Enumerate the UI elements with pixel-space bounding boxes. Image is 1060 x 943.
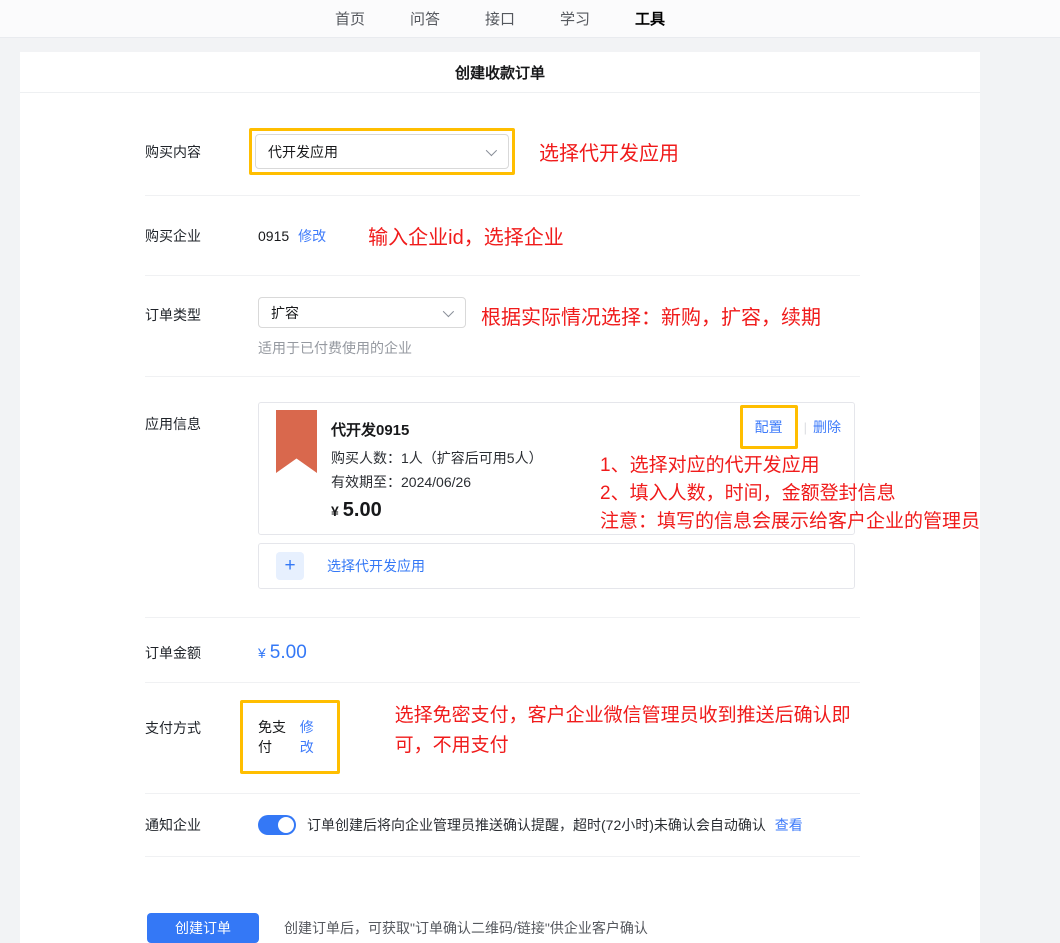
nav-item-api[interactable]: 接口 (485, 8, 515, 29)
purchase-enterprise-row: 购买企业 0915 修改 输入企业id，选择企业 (145, 196, 860, 276)
payment-method-annotation: 选择免密支付，客户企业微信管理员收到推送后确认即可，不用支付 (395, 700, 860, 761)
purchase-content-value: 代开发应用 (268, 142, 338, 162)
select-dev-app-button[interactable]: + 选择代开发应用 (258, 543, 855, 589)
amount-value: 5.00 (270, 642, 307, 663)
order-type-select[interactable]: 扩容 (258, 297, 466, 328)
toggle-knob (278, 817, 294, 833)
currency-symbol: ¥ (258, 645, 266, 661)
app-info-annotations: 1、选择对应的代开发应用 2、填入人数，时间，金额登封信息 注意：填写的信息会展… (600, 452, 980, 536)
order-amount-row: 订单金额 ¥5.00 (145, 618, 860, 683)
order-type-row: 订单类型 扩容 适用于已付费使用的企业 根据实际情况选择：新购，扩容，续期 (145, 276, 860, 377)
chevron-down-icon (443, 305, 454, 316)
purchase-content-label: 购买内容 (145, 142, 258, 162)
order-type-helper: 适用于已付费使用的企业 (258, 338, 466, 358)
order-type-annotation: 根据实际情况选择：新购，扩容，续期 (481, 297, 821, 330)
configure-link[interactable]: 配置 (755, 419, 783, 435)
highlight-box-purchase-content: 代开发应用 (249, 128, 515, 175)
delete-link[interactable]: 删除 (813, 417, 841, 437)
create-order-hint: 创建订单后，可获取"订单确认二维码/链接"供企业客户确认 (284, 918, 648, 938)
app-info-control: 代开发0915 购买人数：1人（扩容后可用5人） 有效期至：2024/06/26… (258, 402, 855, 589)
currency-symbol: ¥ (331, 503, 339, 519)
app-annotation-1: 1、选择对应的代开发应用 (600, 452, 980, 480)
order-amount-label: 订单金额 (145, 643, 258, 663)
price-amount: 5.00 (343, 499, 382, 521)
order-amount-value: ¥5.00 (258, 642, 307, 664)
payment-method-row: 支付方式 免支付 修改 选择免密支付，客户企业微信管理员收到推送后确认即可，不用… (145, 683, 860, 794)
notify-toggle[interactable] (258, 815, 296, 835)
plus-icon: + (276, 552, 304, 580)
app-annotation-3: 注意：填写的信息会展示给客户企业的管理员 (600, 508, 980, 536)
notify-description-text: 订单创建后将向企业管理员推送确认提醒，超时(72小时)未确认会自动确认 (307, 817, 766, 833)
notify-enterprise-label: 通知企业 (145, 815, 258, 835)
purchase-content-select[interactable]: 代开发应用 (255, 134, 509, 169)
order-type-value: 扩容 (271, 303, 299, 323)
chevron-down-icon (486, 144, 497, 155)
highlight-box-payment: 免支付 修改 (240, 700, 340, 774)
app-info-label: 应用信息 (145, 402, 258, 434)
order-form: 购买内容 代开发应用 选择代开发应用 购买企业 0915 修改 输入企业id，选… (145, 93, 860, 943)
purchase-content-annotation: 选择代开发应用 (539, 137, 679, 166)
purchase-enterprise-value: 0915 (258, 228, 289, 244)
page-title: 创建收款订单 (20, 52, 980, 93)
top-navigation: 首页 问答 接口 学习 工具 (0, 0, 1060, 38)
purchase-enterprise-label: 购买企业 (145, 226, 258, 246)
nav-item-learn[interactable]: 学习 (560, 8, 590, 29)
select-dev-app-label: 选择代开发应用 (327, 556, 425, 576)
notify-description: 订单创建后将向企业管理员推送确认提醒，超时(72小时)未确认会自动确认 查看 (307, 815, 803, 835)
purchase-enterprise-annotation: 输入企业id，选择企业 (368, 221, 564, 250)
order-type-control: 扩容 适用于已付费使用的企业 (258, 297, 466, 358)
nav-item-qa[interactable]: 问答 (410, 8, 440, 29)
footer-row: 创建订单 创建订单后，可获取"订单确认二维码/链接"供企业客户确认 (145, 913, 860, 943)
nav-item-home[interactable]: 首页 (335, 8, 365, 29)
highlight-box-configure: 配置 (740, 405, 798, 449)
create-order-panel: 创建收款订单 购买内容 代开发应用 选择代开发应用 购买企业 0915 修改 输… (20, 52, 980, 943)
payment-method-value: 免支付 (258, 717, 291, 757)
app-card-actions: 配置 | 删除 (740, 405, 841, 449)
view-link[interactable]: 查看 (775, 817, 803, 833)
action-divider: | (804, 420, 807, 435)
app-info-row: 应用信息 代开发0915 购买人数：1人（扩容后可用5人） 有效期至：2024/… (145, 377, 860, 618)
modify-enterprise-link[interactable]: 修改 (298, 226, 326, 246)
order-type-label: 订单类型 (145, 297, 258, 325)
bookmark-ribbon-icon (276, 410, 317, 473)
create-order-button[interactable]: 创建订单 (147, 913, 259, 943)
notify-enterprise-row: 通知企业 订单创建后将向企业管理员推送确认提醒，超时(72小时)未确认会自动确认… (145, 794, 860, 857)
modify-payment-link[interactable]: 修改 (300, 717, 322, 757)
app-annotation-2: 2、填入人数，时间，金额登封信息 (600, 480, 980, 508)
purchase-content-row: 购买内容 代开发应用 选择代开发应用 (145, 93, 860, 196)
nav-item-tools[interactable]: 工具 (635, 8, 665, 29)
